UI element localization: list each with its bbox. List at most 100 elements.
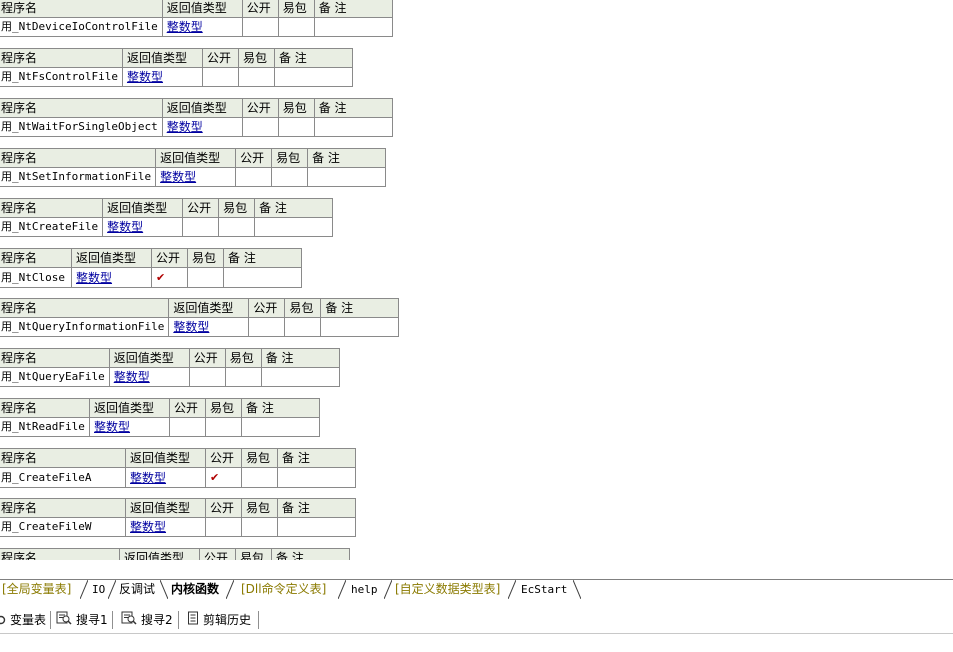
public-cell[interactable] [182, 217, 220, 237]
public-cell[interactable] [248, 317, 286, 337]
return-type-link[interactable]: 整数型 [160, 170, 196, 184]
subroutine-table: 程序名 返回值类型 公开 易包备 注用_NtCreateFile 整数型 [0, 198, 334, 237]
return-type-cell[interactable]: 整数型 [121, 67, 203, 87]
header-return-type: 返回值类型 [125, 498, 206, 518]
note-cell[interactable] [277, 467, 356, 488]
return-type-cell[interactable]: 整数型 [125, 467, 206, 488]
sub-name-cell[interactable]: 用_CreateFileA [0, 467, 126, 488]
return-type-link[interactable]: 整数型 [173, 320, 209, 334]
sub-name-cell[interactable]: 用_NtReadFile [0, 417, 90, 437]
sub-name-cell[interactable]: 用_NtQueryInformationFile [0, 317, 170, 337]
easy-pack-cell[interactable] [218, 217, 256, 237]
table-row[interactable]: 用_NtWaitForSingleObject 整数型 [0, 117, 393, 137]
header-name: 程序名 [0, 498, 126, 518]
return-type-cell[interactable]: 整数型 [155, 167, 237, 187]
note-cell[interactable] [273, 67, 353, 87]
file-tab[interactable]: 反调试 [119, 580, 155, 599]
easy-pack-cell[interactable] [284, 317, 322, 337]
easy-pack-cell[interactable] [241, 517, 278, 537]
note-cell[interactable] [241, 417, 320, 437]
note-cell[interactable] [260, 367, 340, 387]
header-note: 备 注 [271, 548, 350, 560]
bottom-tool-button[interactable]: 变量表 [0, 610, 46, 630]
table-row[interactable]: 用_NtCreateFile 整数型 [0, 217, 334, 237]
note-cell[interactable] [254, 217, 334, 237]
header-return-type: 返回值类型 [121, 48, 203, 68]
note-cell[interactable] [313, 17, 393, 37]
header-public: 公开 [241, 0, 279, 18]
return-type-link[interactable]: 整数型 [167, 20, 203, 34]
tab-divider [226, 580, 234, 599]
return-type-cell[interactable]: 整数型 [108, 367, 190, 387]
return-type-link[interactable]: 整数型 [76, 271, 112, 285]
table-row[interactable]: 用_NtQueryInformationFile 整数型 [0, 317, 400, 337]
code-editor[interactable]: 程序名 返回值类型 公开 易包备 注用_NtDeviceIoControlFile 整数… [0, 0, 953, 560]
header-public: 公开 [201, 48, 239, 68]
easy-pack-cell[interactable] [277, 17, 315, 37]
easy-pack-cell[interactable] [205, 417, 242, 437]
easy-pack-cell[interactable] [241, 467, 278, 488]
return-type-link[interactable]: 整数型 [130, 471, 166, 485]
table-row[interactable]: 用_NtQueryEaFile 整数型 [0, 367, 340, 387]
table-row[interactable]: 用_CreateFileW 整数型 [0, 517, 356, 537]
public-cell[interactable] [205, 517, 242, 537]
return-type-link[interactable]: 整数型 [130, 520, 166, 534]
return-type-cell[interactable]: 整数型 [71, 267, 152, 288]
note-cell[interactable] [307, 167, 387, 187]
file-tab[interactable]: EcStart [521, 580, 567, 599]
return-type-link[interactable]: 整数型 [127, 70, 163, 84]
sub-name-cell[interactable]: 用_NtFsControlFile [0, 67, 123, 87]
public-cell[interactable] [169, 417, 206, 437]
return-type-cell[interactable]: 整数型 [102, 217, 184, 237]
subroutine-table: 程序名 返回值类型 公开 易包备 注用_CreateFileW 整数型 [0, 498, 356, 537]
sub-name-cell[interactable]: 用_NtClose [0, 267, 72, 288]
sub-name-cell[interactable]: 用_NtDeviceIoControlFile [0, 17, 163, 37]
table-row[interactable]: 用_CreateFileA 整数型 ✔ [0, 467, 356, 488]
easy-pack-cell[interactable] [237, 67, 275, 87]
table-row[interactable]: 用_NtReadFile 整数型 [0, 417, 320, 437]
sub-name-cell[interactable]: 用_NtQueryEaFile [0, 367, 110, 387]
return-type-link[interactable]: 整数型 [167, 120, 203, 134]
easy-pack-cell[interactable] [224, 367, 262, 387]
bottom-tool-button[interactable]: 搜寻2 [121, 610, 173, 630]
note-cell[interactable] [223, 267, 302, 288]
file-tab[interactable]: [全局变量表] [2, 580, 71, 599]
return-type-cell[interactable]: 整数型 [161, 17, 243, 37]
public-cell[interactable] [188, 367, 226, 387]
sub-name-cell[interactable]: 用_NtCreateFile [0, 217, 104, 237]
return-type-cell[interactable]: 整数型 [125, 517, 206, 537]
easy-pack-cell[interactable] [271, 167, 309, 187]
easy-pack-cell[interactable] [277, 117, 315, 137]
public-cell[interactable] [241, 117, 279, 137]
note-cell[interactable] [320, 317, 400, 337]
sub-name-cell[interactable]: 用_NtSetInformationFile [0, 167, 157, 187]
table-row[interactable]: 用_NtFsControlFile 整数型 [0, 67, 353, 87]
public-cell[interactable] [235, 167, 273, 187]
bottom-tool-button[interactable]: 剪辑历史 [187, 610, 251, 630]
sub-name-cell[interactable]: 用_CreateFileW [0, 517, 126, 537]
public-cell[interactable] [201, 67, 239, 87]
return-type-link[interactable]: 整数型 [94, 420, 130, 434]
file-tab[interactable]: [Dll命令定义表] [241, 580, 326, 599]
sub-name-cell[interactable]: 用_NtWaitForSingleObject [0, 117, 163, 137]
note-cell[interactable] [277, 517, 356, 537]
note-cell[interactable] [313, 117, 393, 137]
table-row[interactable]: 用_NtClose 整数型 ✔ [0, 267, 302, 288]
table-row[interactable]: 用_NtDeviceIoControlFile 整数型 [0, 17, 393, 37]
table-row[interactable]: 用_NtSetInformationFile 整数型 [0, 167, 387, 187]
return-type-cell[interactable]: 整数型 [161, 117, 243, 137]
header-easy-pack: 易包 [224, 348, 262, 368]
public-cell[interactable]: ✔ [205, 467, 242, 488]
return-type-link[interactable]: 整数型 [107, 220, 143, 234]
public-cell[interactable]: ✔ [151, 267, 188, 288]
file-tab[interactable]: help [351, 580, 378, 599]
bottom-tool-button[interactable]: 搜寻1 [56, 610, 108, 630]
file-tab[interactable]: [自定义数据类型表] [395, 580, 500, 599]
public-cell[interactable] [241, 17, 279, 37]
return-type-cell[interactable]: 整数型 [168, 317, 250, 337]
file-tab[interactable]: IO [92, 580, 105, 599]
return-type-link[interactable]: 整数型 [114, 370, 150, 384]
file-tab[interactable]: 内核函数 [171, 580, 219, 599]
return-type-cell[interactable]: 整数型 [89, 417, 170, 437]
easy-pack-cell[interactable] [187, 267, 224, 288]
